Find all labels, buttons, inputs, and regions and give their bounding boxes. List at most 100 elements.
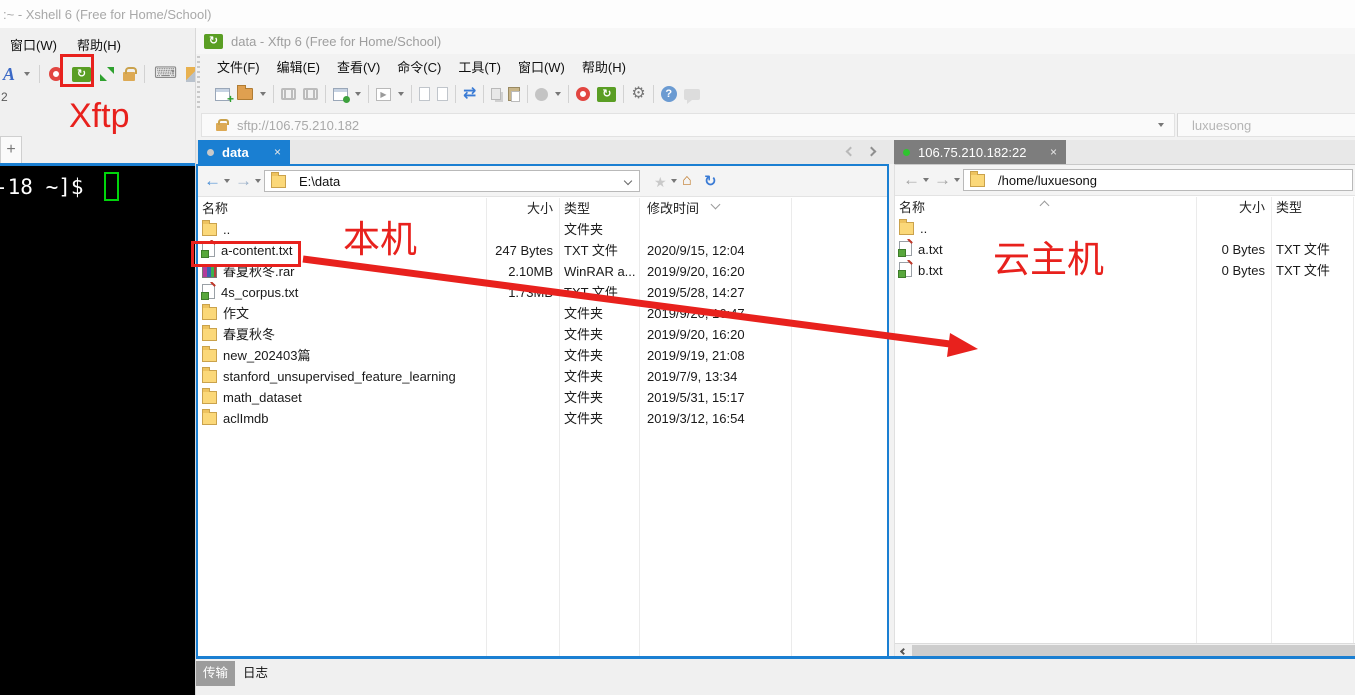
- table-row[interactable]: 作文文件夹2019/9/20, 16:47: [198, 303, 887, 324]
- open-folder-icon[interactable]: [237, 88, 253, 100]
- column-divider[interactable]: [1271, 197, 1272, 643]
- column-divider[interactable]: [1196, 197, 1197, 643]
- column-divider[interactable]: [486, 198, 487, 656]
- record-dropdown-icon[interactable]: [555, 92, 561, 96]
- table-row[interactable]: ..文件夹: [198, 219, 887, 240]
- back-icon[interactable]: ←: [204, 172, 221, 189]
- back-dropdown-icon[interactable]: [923, 178, 929, 182]
- back-dropdown-icon[interactable]: [224, 179, 230, 183]
- terminal-cursor: [104, 172, 119, 201]
- menu-edit[interactable]: 编辑(E): [277, 57, 320, 76]
- column-divider[interactable]: [791, 198, 792, 656]
- file-modified: 2019/5/31, 15:17: [639, 387, 791, 408]
- forward-icon[interactable]: →: [934, 171, 951, 188]
- properties-dropdown-icon[interactable]: [355, 92, 361, 96]
- session-box[interactable]: luxuesong: [1177, 113, 1355, 137]
- column-header-type[interactable]: 类型: [1271, 197, 1355, 218]
- table-row[interactable]: 4s_corpus.txt1.73MBTXT 文件2019/5/28, 14:2…: [198, 282, 887, 303]
- home-icon[interactable]: ⌂: [682, 173, 692, 189]
- xshell-menu-help[interactable]: 帮助(H): [77, 35, 121, 54]
- local-rows: ..文件夹a-content.txt247 BytesTXT 文件2020/9/…: [198, 219, 887, 429]
- file-type: 文件夹: [559, 408, 639, 429]
- table-row[interactable]: ..: [895, 218, 1355, 239]
- gear-icon[interactable]: ⚙: [631, 86, 645, 102]
- path-dropdown-icon[interactable]: [624, 177, 632, 185]
- forward-dropdown-icon[interactable]: [255, 179, 261, 183]
- upload-icon[interactable]: [437, 87, 448, 101]
- tab-log[interactable]: 日志: [236, 661, 275, 686]
- close-icon[interactable]: ×: [274, 145, 281, 159]
- file-type: 文件夹: [559, 324, 639, 345]
- copy-icon[interactable]: [491, 88, 501, 100]
- menu-command[interactable]: 命令(C): [397, 57, 441, 76]
- font-dropdown-icon[interactable]: [24, 72, 30, 76]
- column-header-size[interactable]: 大小: [1196, 197, 1271, 218]
- xshell-menu-window[interactable]: 窗口(W): [10, 35, 57, 54]
- address-dropdown-icon[interactable]: [1158, 123, 1164, 127]
- table-row[interactable]: stanford_unsupervised_feature_learning文件…: [198, 366, 887, 387]
- remote-list-header: 名称 大小 类型: [895, 197, 1355, 218]
- close-icon[interactable]: ×: [1050, 145, 1057, 159]
- annotation-label-xftp: Xftp: [69, 99, 129, 133]
- favorites-icon[interactable]: ★: [654, 175, 667, 189]
- table-row[interactable]: aclImdb文件夹2019/3/12, 16:54: [198, 408, 887, 429]
- xftp-window-title: data - Xftp 6 (Free for Home/School): [231, 34, 441, 49]
- file-modified: 2019/5/28, 14:27: [639, 282, 791, 303]
- file-size: 0 Bytes: [1196, 260, 1271, 281]
- tab-scroll-left-icon[interactable]: [846, 147, 856, 157]
- menu-window[interactable]: 窗口(W): [518, 57, 565, 76]
- table-row[interactable]: b.txt0 BytesTXT 文件: [895, 260, 1355, 281]
- transfer-icon[interactable]: ⇄: [463, 86, 476, 102]
- table-row[interactable]: 春夏秋冬文件夹2019/9/20, 16:20: [198, 324, 887, 345]
- table-row[interactable]: new_202403篇文件夹2019/9/19, 21:08: [198, 345, 887, 366]
- xshell-terminal[interactable]: -18 ~]$: [0, 163, 195, 695]
- tab-transfer[interactable]: 传输: [196, 661, 235, 686]
- favorites-dropdown-icon[interactable]: [671, 179, 677, 183]
- file-name-cell: aclImdb: [198, 408, 486, 429]
- remote-path-input[interactable]: /home/luxuesong: [963, 169, 1353, 191]
- new-session-icon[interactable]: +: [215, 88, 230, 101]
- column-divider[interactable]: [639, 198, 640, 656]
- local-path-input[interactable]: E:\data: [264, 170, 640, 192]
- address-bar[interactable]: sftp://106.75.210.182: [201, 113, 1175, 137]
- menu-view[interactable]: 查看(V): [337, 57, 380, 76]
- help-icon[interactable]: ?: [661, 86, 677, 102]
- table-row[interactable]: math_dataset文件夹2019/5/31, 15:17: [198, 387, 887, 408]
- lock-icon[interactable]: [123, 72, 135, 81]
- forward-icon[interactable]: →: [235, 172, 252, 189]
- reconnect-icon[interactable]: [303, 88, 318, 100]
- font-icon[interactable]: A: [3, 65, 15, 83]
- tab-local-data[interactable]: data ×: [198, 140, 290, 164]
- run-dropdown-icon[interactable]: [398, 92, 404, 96]
- table-row[interactable]: 春夏秋冬.rar2.10MBWinRAR a...2019/9/20, 16:2…: [198, 261, 887, 282]
- toolbar-separator: [483, 85, 484, 103]
- table-row[interactable]: a.txt0 BytesTXT 文件: [895, 239, 1355, 260]
- menu-help[interactable]: 帮助(H): [582, 57, 626, 76]
- refresh-icon[interactable]: ↻: [704, 174, 717, 189]
- session-properties-icon[interactable]: [333, 88, 348, 101]
- run-icon[interactable]: ▶: [376, 88, 391, 101]
- menu-tools[interactable]: 工具(T): [458, 57, 501, 76]
- tab-remote-host[interactable]: 106.75.210.182:22 ×: [894, 140, 1066, 164]
- xshell-new-tab-button[interactable]: +: [0, 136, 22, 163]
- feedback-icon[interactable]: [684, 89, 700, 100]
- fullscreen-icon[interactable]: [100, 67, 114, 81]
- column-header-type[interactable]: 类型: [559, 198, 639, 219]
- back-icon[interactable]: ←: [903, 171, 920, 188]
- keyboard-icon[interactable]: ⌨: [154, 66, 177, 82]
- column-divider[interactable]: [1353, 197, 1354, 643]
- paste-icon[interactable]: [508, 87, 520, 101]
- record-icon[interactable]: [535, 88, 548, 101]
- column-header-size[interactable]: 大小: [486, 198, 559, 219]
- open-dropdown-icon[interactable]: [260, 92, 266, 96]
- tab-scroll-right-icon[interactable]: [867, 147, 877, 157]
- xftp-logo-icon[interactable]: ↻: [597, 87, 616, 102]
- column-header-name[interactable]: 名称: [198, 198, 486, 219]
- menu-file[interactable]: 文件(F): [217, 57, 260, 76]
- download-icon[interactable]: [419, 87, 430, 101]
- column-divider[interactable]: [559, 198, 560, 656]
- table-row[interactable]: a-content.txt247 BytesTXT 文件2020/9/15, 1…: [198, 240, 887, 261]
- forward-dropdown-icon[interactable]: [954, 178, 960, 182]
- launch-xshell-icon[interactable]: [576, 87, 590, 101]
- disconnect-icon[interactable]: [281, 88, 296, 100]
